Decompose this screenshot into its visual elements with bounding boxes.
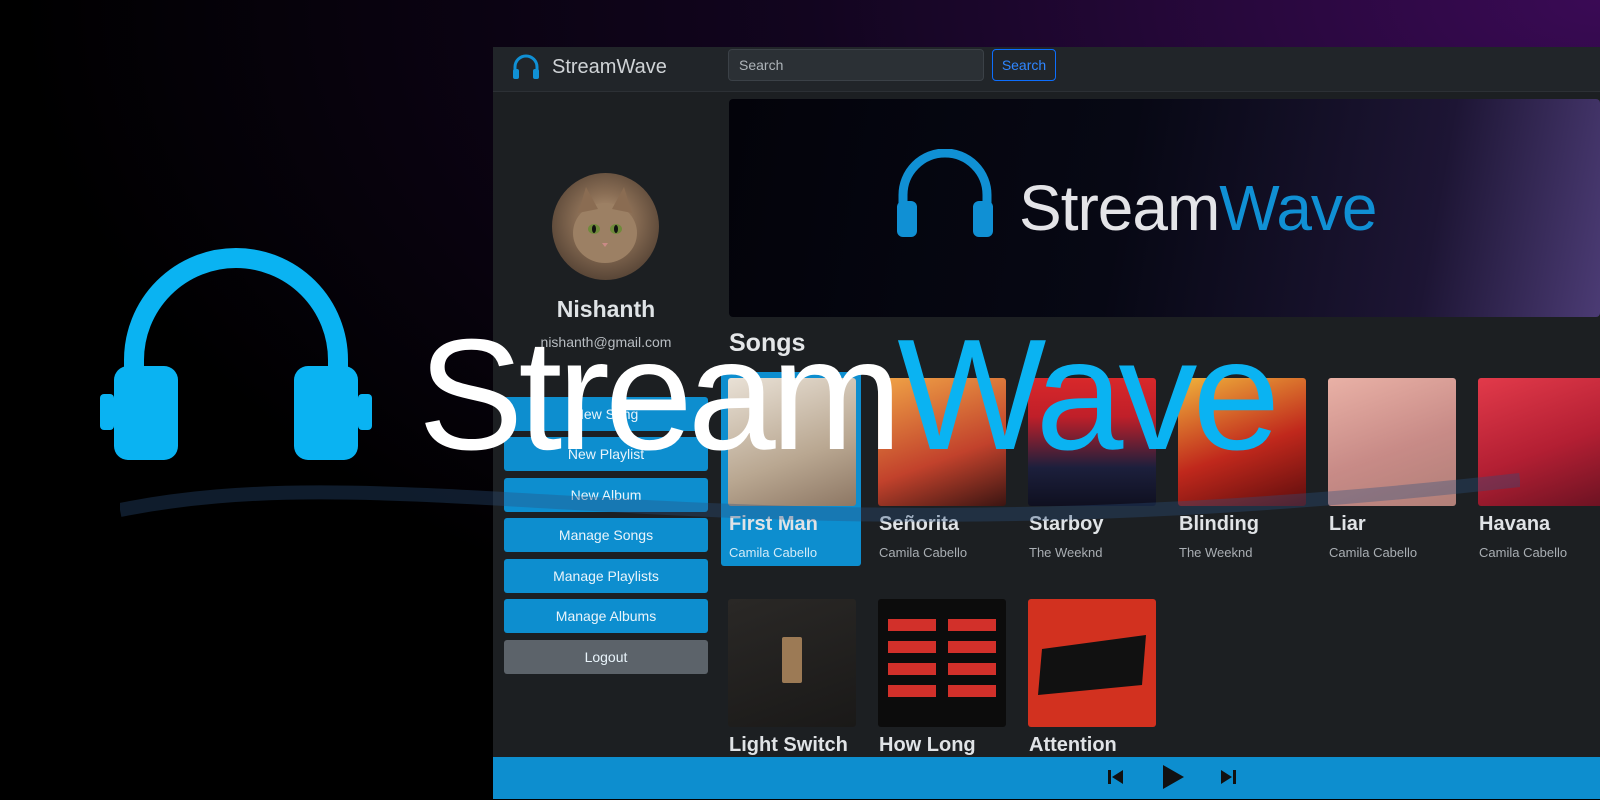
- song-title: Blinding: [1179, 513, 1259, 535]
- album-cover: [1178, 378, 1306, 506]
- headphones-icon[interactable]: [511, 53, 541, 83]
- song-artist: Camila Cabello: [729, 545, 818, 560]
- album-cover: [728, 378, 856, 506]
- next-icon[interactable]: [1217, 765, 1239, 792]
- user-email: nishanth@gmail.com: [540, 334, 672, 350]
- song-card-senorita[interactable]: Señorita Camila Cabello: [871, 372, 1011, 566]
- song-title: Light Switch: [729, 734, 848, 756]
- song-artist: The Weeknd: [1029, 545, 1103, 560]
- manage-albums-button[interactable]: Manage Albums: [504, 599, 708, 633]
- album-cover: [878, 378, 1006, 506]
- song-title: Starboy: [1029, 513, 1104, 535]
- song-title: Attention: [1029, 734, 1117, 756]
- hero-banner: StreamWave: [729, 99, 1600, 317]
- new-playlist-button[interactable]: New Playlist: [504, 437, 708, 471]
- brand-name[interactable]: StreamWave: [552, 56, 667, 79]
- song-card-first-man[interactable]: First Man Camila Cabello: [721, 372, 861, 566]
- song-artist: The Weeknd: [1179, 545, 1253, 560]
- top-navbar: StreamWave Search: [493, 47, 1600, 92]
- headphones-icon: [897, 149, 993, 237]
- hero-brand-text: StreamWave: [1019, 172, 1378, 244]
- search-button[interactable]: Search: [992, 49, 1056, 81]
- song-card-starboy[interactable]: Starboy The Weeknd: [1021, 372, 1161, 566]
- song-title: Señorita: [879, 513, 960, 535]
- song-artist: Camila Cabello: [879, 545, 968, 560]
- user-name: Nishanth: [556, 296, 656, 322]
- song-title: Liar: [1329, 513, 1366, 535]
- song-card-blinding[interactable]: Blinding The Weeknd: [1171, 372, 1311, 566]
- album-cover: [1028, 599, 1156, 727]
- previous-icon[interactable]: [1105, 765, 1127, 792]
- song-title: How Long: [879, 734, 976, 756]
- song-card-liar[interactable]: Liar Camila Cabello: [1321, 372, 1461, 566]
- album-cover: [1028, 378, 1156, 506]
- play-icon[interactable]: [1157, 762, 1187, 795]
- player-bar: [493, 757, 1600, 799]
- album-cover: [1478, 378, 1600, 506]
- album-cover: [878, 599, 1006, 727]
- song-title: Havana: [1479, 513, 1551, 535]
- song-title: First Man: [729, 513, 818, 535]
- song-artist: Camila Cabello: [1329, 545, 1418, 560]
- sidebar: Nishanth nishanth@gmail.com New Song New…: [493, 92, 719, 792]
- album-cover: [1328, 378, 1456, 506]
- new-album-button[interactable]: New Album: [504, 478, 708, 512]
- headphones-icon: [100, 248, 372, 460]
- album-cover: [728, 599, 856, 727]
- search-input[interactable]: [728, 49, 984, 81]
- app-window: StreamWave Search Nishanth nishanth@gmai…: [493, 47, 1600, 799]
- songs-heading: Songs: [729, 329, 806, 357]
- logout-button[interactable]: Logout: [504, 640, 708, 674]
- manage-playlists-button[interactable]: Manage Playlists: [504, 559, 708, 593]
- avatar: [552, 173, 659, 280]
- song-card-havana[interactable]: Havana Camila Cabello: [1471, 372, 1600, 566]
- manage-songs-button[interactable]: Manage Songs: [504, 518, 708, 552]
- new-song-button[interactable]: New Song: [504, 397, 708, 431]
- song-artist: Camila Cabello: [1479, 545, 1568, 560]
